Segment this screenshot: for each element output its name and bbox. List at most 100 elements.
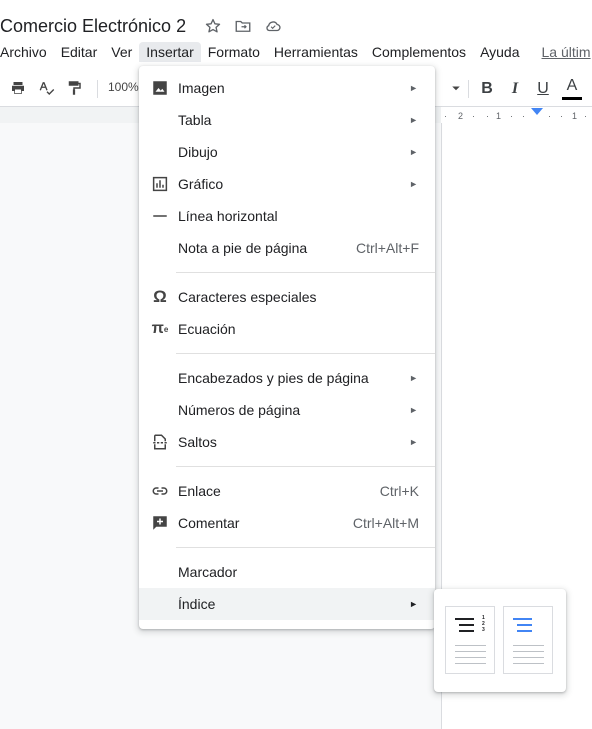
- menu-divider: [176, 547, 435, 548]
- menu-item-nota-pie[interactable]: Nota a pie de página Ctrl+Alt+F: [139, 232, 435, 264]
- underline-button[interactable]: U: [532, 78, 554, 100]
- menu-item-label: Números de página: [178, 402, 301, 418]
- toolbar-divider: [468, 80, 469, 98]
- menu-item-label: Comentar: [178, 515, 240, 531]
- star-icon[interactable]: [204, 17, 222, 35]
- document-title[interactable]: Comercio Electrónico 2: [0, 16, 186, 37]
- menu-item-label: Tabla: [178, 112, 212, 128]
- text-color-swatch: [562, 97, 582, 100]
- last-edit-link[interactable]: La últim: [542, 44, 591, 60]
- toc-placeholder-line: [455, 663, 486, 664]
- submenu-arrow-icon: ►: [409, 373, 418, 383]
- toc-placeholder-line: [513, 657, 544, 658]
- submenu-arrow-icon: ►: [409, 599, 418, 609]
- menu-item-caracteres-especiales[interactable]: Ω Caracteres especiales: [139, 281, 435, 313]
- link-icon: [151, 482, 169, 500]
- submenu-arrow-icon: ►: [409, 83, 418, 93]
- bold-button[interactable]: B: [476, 78, 498, 100]
- toc-placeholder-line: [455, 645, 486, 646]
- submenu-arrow-icon: ►: [409, 405, 418, 415]
- horizontal-line-icon: [151, 207, 169, 225]
- omega-icon: Ω: [153, 287, 167, 306]
- zoom-select[interactable]: 100%: [108, 80, 139, 94]
- ruler-page-area: [441, 107, 592, 123]
- menu-item-comentar[interactable]: Comentar Ctrl+Alt+M: [139, 507, 435, 539]
- menu-item-label: Saltos: [178, 434, 217, 450]
- menu-item-ecuacion[interactable]: πe Ecuación: [139, 313, 435, 345]
- ruler-tick-mark: ·: [522, 111, 525, 121]
- ruler-tick: 1: [496, 111, 502, 121]
- page-break-icon: [151, 433, 169, 451]
- dropdown-arrow-icon[interactable]: [446, 78, 466, 98]
- submenu-arrow-icon: ►: [409, 179, 418, 189]
- menu-item-marcador[interactable]: Marcador: [139, 556, 435, 588]
- paint-format-icon[interactable]: [64, 78, 84, 98]
- add-comment-icon: [151, 514, 169, 532]
- toc-with-blue-links-option[interactable]: [503, 606, 553, 674]
- toc-line: [459, 624, 474, 626]
- menu-item-tabla[interactable]: Tabla ►: [139, 104, 435, 136]
- menu-item-label: Enlace: [178, 483, 221, 499]
- menu-item-linea-horizontal[interactable]: Línea horizontal: [139, 200, 435, 232]
- toc-submenu: 123: [434, 589, 566, 692]
- menu-item-numeros-pagina[interactable]: Números de página ►: [139, 394, 435, 426]
- menu-item-label: Gráfico: [178, 176, 224, 192]
- toc-placeholder-line: [513, 663, 544, 664]
- menu-ver[interactable]: Ver: [104, 42, 139, 62]
- menu-divider: [176, 466, 435, 467]
- menu-divider: [176, 353, 435, 354]
- menu-ayuda[interactable]: Ayuda: [473, 42, 526, 62]
- text-color-button[interactable]: A: [561, 75, 583, 97]
- menu-item-label: Línea horizontal: [178, 208, 278, 224]
- menu-item-label: Dibujo: [178, 144, 218, 160]
- menu-item-imagen[interactable]: Imagen ►: [139, 72, 435, 104]
- chart-icon: [151, 175, 169, 193]
- menu-complementos[interactable]: Complementos: [365, 42, 473, 62]
- menu-item-encabezados[interactable]: Encabezados y pies de página ►: [139, 362, 435, 394]
- toc-line: [459, 630, 474, 632]
- print-icon[interactable]: [8, 78, 28, 98]
- toc-with-page-numbers-option[interactable]: 123: [445, 606, 495, 674]
- menu-formato[interactable]: Formato: [201, 42, 267, 62]
- menu-item-saltos[interactable]: Saltos ►: [139, 426, 435, 458]
- italic-button[interactable]: I: [504, 78, 526, 100]
- indent-marker[interactable]: [531, 108, 543, 115]
- toc-placeholder-line: [513, 651, 544, 652]
- ruler-tick-mark: ·: [548, 111, 551, 121]
- ruler-tick-mark: ·: [472, 111, 475, 121]
- toc-placeholder-line: [455, 657, 486, 658]
- insert-menu: Imagen ► Tabla ► Dibujo ► Gráfico ► Líne…: [139, 66, 435, 629]
- menu-item-dibujo[interactable]: Dibujo ►: [139, 136, 435, 168]
- doc-title-bar: Comercio Electrónico 2: [0, 12, 288, 40]
- menu-item-label: Imagen: [178, 80, 225, 96]
- submenu-arrow-icon: ►: [409, 147, 418, 157]
- menu-archivo[interactable]: Archivo: [0, 42, 54, 62]
- image-icon: [151, 79, 169, 97]
- submenu-arrow-icon: ►: [409, 115, 418, 125]
- cloud-saved-icon[interactable]: [264, 17, 282, 35]
- menu-item-label: Nota a pie de página: [178, 240, 308, 256]
- menu-item-label: Caracteres especiales: [178, 289, 317, 305]
- menu-editar[interactable]: Editar: [54, 42, 105, 62]
- menu-item-indice[interactable]: Índice ►: [139, 588, 435, 620]
- toc-page-numbers: 123: [482, 615, 485, 633]
- menu-herramientas[interactable]: Herramientas: [267, 42, 365, 62]
- menu-insertar[interactable]: Insertar: [139, 42, 201, 62]
- move-to-folder-icon[interactable]: [234, 17, 252, 35]
- toc-line: [455, 618, 474, 620]
- pi-icon: πe: [151, 320, 169, 337]
- ruler-tick: 2: [458, 111, 464, 121]
- ruler-tick-mark: ·: [486, 111, 489, 121]
- ruler-tick-mark: ·: [584, 111, 587, 121]
- ruler-tick: 1: [572, 111, 578, 121]
- menu-divider: [176, 272, 435, 273]
- toc-link-line: [517, 624, 532, 626]
- ruler-tick-mark: ·: [510, 111, 513, 121]
- menu-item-enlace[interactable]: Enlace Ctrl+K: [139, 475, 435, 507]
- menu-item-label: Encabezados y pies de página: [178, 370, 369, 386]
- menu-item-label: Índice: [178, 596, 216, 612]
- ruler-tick-mark: ·: [560, 111, 563, 121]
- spellcheck-icon[interactable]: [37, 78, 57, 98]
- menubar: Archivo Editar Ver Insertar Formato Herr…: [0, 40, 591, 64]
- menu-item-grafico[interactable]: Gráfico ►: [139, 168, 435, 200]
